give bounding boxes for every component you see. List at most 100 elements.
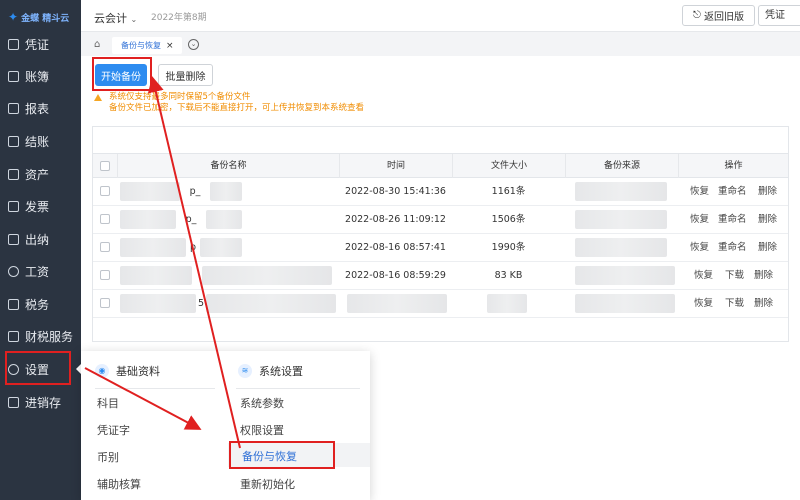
settings-popup: ◉ 基础资料 科目 凭证字 币别 辅助核算 ≋ 系统设置 系统参数 权限设置 备… <box>81 351 370 500</box>
sidebar-item-label: 出纳 <box>25 232 50 247</box>
logo-icon: ✦ <box>8 10 19 24</box>
row-checkbox[interactable] <box>100 298 110 308</box>
inventory-icon <box>8 396 19 408</box>
close-icon[interactable]: × <box>166 41 174 51</box>
redacted-block <box>120 210 176 229</box>
table-header: 备份名称 时间 文件大小 备份来源 操作 <box>93 153 788 178</box>
restore-link[interactable]: 恢复 <box>690 206 709 233</box>
row-checkbox[interactable] <box>100 242 110 252</box>
backup-table: 备份名称 时间 文件大小 备份来源 操作 p_ 2022-08-30 15:41… <box>92 126 789 342</box>
sidebar-item-ledger[interactable]: 账簿 <box>0 62 81 90</box>
redacted-block <box>575 266 675 285</box>
basic-data-title: 基础资料 <box>116 365 160 378</box>
invoice-icon <box>8 200 19 212</box>
sidebar-item-label: 凭证 <box>25 37 50 52</box>
warning-icon <box>94 94 102 101</box>
sidebar-item-label: 财税服务 <box>25 329 74 344</box>
backup-size: 83 KB <box>494 270 523 281</box>
backup-size: 1990条 <box>491 242 526 253</box>
row-checkbox[interactable] <box>100 214 110 224</box>
sidebar: ✦ 金蝶 精斗云 凭证 账簿 报表 结账 资产 发票 出纳 工资 税务 财税服务… <box>0 0 81 500</box>
divider <box>95 388 215 389</box>
menu-item-permissions[interactable]: 权限设置 <box>240 422 284 438</box>
basic-data-icon: ◉ <box>95 364 109 378</box>
sidebar-item-cashier[interactable]: 出纳 <box>0 225 81 253</box>
table-row: 5 恢复 下载 删除 <box>93 290 788 318</box>
layers-icon: ≋ <box>238 364 252 378</box>
delete-link[interactable]: 删除 <box>758 178 777 205</box>
restore-link[interactable]: 恢复 <box>690 234 709 261</box>
backup-time: 2022-08-26 11:09:12 <box>345 214 446 225</box>
tab-label: 备份与恢复 <box>121 41 161 50</box>
delete-link[interactable]: 删除 <box>758 206 777 233</box>
home-icon[interactable]: ⌂ <box>94 39 100 50</box>
sidebar-item-label: 报表 <box>25 101 50 116</box>
cashier-icon <box>8 233 19 245</box>
tab-backup-restore[interactable]: 备份与恢复 × <box>112 37 182 54</box>
salary-icon <box>8 265 19 277</box>
redacted-block <box>120 238 186 257</box>
sidebar-item-label: 结账 <box>25 134 50 149</box>
sidebar-item-salary[interactable]: 工资 <box>0 257 81 285</box>
restore-link[interactable]: 恢复 <box>690 178 709 205</box>
system-settings-heading: ≋ 系统设置 <box>238 361 303 381</box>
warning-line-2: 备份文件已加密，下载后不能直接打开，可上传并恢复到本系统查看 <box>109 103 365 113</box>
redacted-block <box>202 266 332 285</box>
redacted-block <box>575 294 675 313</box>
backup-size: 1161条 <box>491 186 526 197</box>
rename-link[interactable]: 重命名 <box>718 178 747 205</box>
restore-link[interactable]: 恢复 <box>694 290 713 317</box>
rename-link[interactable]: 重命名 <box>718 234 747 261</box>
back-to-old-version-button[interactable]: ⎋ 返回旧版 <box>682 5 755 26</box>
redacted-block <box>210 182 242 201</box>
tab-bar: ⌂ 备份与恢复 × ⌄ <box>81 34 800 56</box>
column-header: 文件大小 <box>452 154 565 178</box>
backup-name <box>192 262 202 289</box>
sidebar-item-inventory[interactable]: 进销存 <box>0 388 81 416</box>
sidebar-item-report[interactable]: 报表 <box>0 94 81 122</box>
sidebar-item-voucher[interactable]: 凭证 <box>0 30 81 58</box>
menu-item-account-subject[interactable]: 科目 <box>97 395 119 411</box>
download-link[interactable]: 下载 <box>725 262 744 289</box>
menu-item-system-params[interactable]: 系统参数 <box>240 395 284 411</box>
warning-message: 系统仅支持最多同时保留5个备份文件 备份文件已加密，下载后不能直接打开，可上传并… <box>94 92 364 114</box>
asset-icon <box>8 168 19 180</box>
menu-item-reinitialize[interactable]: 重新初始化 <box>240 476 295 492</box>
app-switcher[interactable]: 云会计 ⌄ <box>94 10 137 26</box>
voucher-icon <box>8 38 19 50</box>
search-type-select[interactable]: 凭证 <box>758 5 800 26</box>
restore-link[interactable]: 恢复 <box>694 262 713 289</box>
back-button-label: 返回旧版 <box>703 12 744 23</box>
warning-line-1: 系统仅支持最多同时保留5个备份文件 <box>109 92 251 102</box>
row-checkbox[interactable] <box>100 186 110 196</box>
backup-size: 1506条 <box>491 214 526 225</box>
menu-item-voucher-word[interactable]: 凭证字 <box>97 422 130 438</box>
menu-item-auxiliary-accounting[interactable]: 辅助核算 <box>97 476 141 492</box>
select-all-checkbox[interactable] <box>100 161 110 171</box>
row-checkbox[interactable] <box>100 270 110 280</box>
rename-link[interactable]: 重命名 <box>718 206 747 233</box>
tab-more-icon[interactable]: ⌄ <box>188 39 199 50</box>
column-header: 备份名称 <box>117 154 339 178</box>
sidebar-item-service[interactable]: 财税服务 <box>0 322 81 350</box>
top-bar: 云会计 ⌄ 2022年第8期 ⎋ 返回旧版 凭证 <box>81 0 800 32</box>
ledger-icon <box>8 70 19 82</box>
sidebar-item-closing[interactable]: 结账 <box>0 127 81 155</box>
sidebar-item-asset[interactable]: 资产 <box>0 160 81 188</box>
redacted-block <box>206 210 242 229</box>
delete-link[interactable]: 删除 <box>758 234 777 261</box>
delete-link[interactable]: 删除 <box>754 262 773 289</box>
delete-link[interactable]: 删除 <box>754 290 773 317</box>
table-row: 2022-08-16 08:59:29 83 KB 恢复 下载 删除 <box>93 262 788 290</box>
period-label: 2022年第8期 <box>151 13 207 23</box>
sidebar-item-tax[interactable]: 税务 <box>0 290 81 318</box>
batch-delete-button[interactable]: 批量删除 <box>158 64 213 86</box>
annotation-settings-box <box>5 351 71 385</box>
menu-item-currency[interactable]: 币别 <box>97 449 119 465</box>
download-link[interactable]: 下载 <box>725 290 744 317</box>
sidebar-item-invoice[interactable]: 发票 <box>0 192 81 220</box>
app-name: 云会计 <box>94 12 127 25</box>
annotation-start-backup-box <box>92 57 152 91</box>
closing-icon <box>8 135 19 147</box>
sidebar-item-label: 税务 <box>25 297 50 312</box>
